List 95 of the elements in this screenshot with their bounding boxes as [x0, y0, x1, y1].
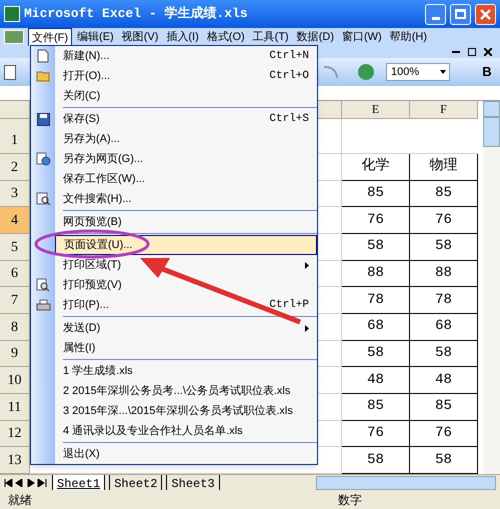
- row-header[interactable]: 12: [0, 420, 30, 448]
- table-cell: 76: [342, 207, 410, 234]
- page-icon: [37, 49, 49, 63]
- tab-navigation-icon[interactable]: [4, 478, 48, 486]
- zoom-field[interactable]: 100%: [386, 63, 450, 81]
- column-header[interactable]: F: [410, 101, 478, 119]
- row-header[interactable]: 10: [0, 367, 30, 394]
- row-header[interactable]: 2: [0, 154, 30, 181]
- menu-option[interactable]: 打印预览(V): [55, 275, 317, 295]
- table-cell: 76: [410, 420, 478, 448]
- menu-item[interactable]: 数据(D): [294, 28, 337, 46]
- preview-icon: [36, 278, 50, 292]
- menu-option[interactable]: 另存为网页(G)...: [55, 149, 317, 169]
- sheet-tab[interactable]: Sheet3: [166, 475, 220, 490]
- dropdown-icon[interactable]: [440, 70, 446, 74]
- menu-option[interactable]: 属性(I): [55, 338, 317, 358]
- document-close-icon[interactable]: [484, 48, 492, 56]
- menu-option[interactable]: 打开(O)... Ctrl+O: [55, 66, 317, 86]
- menu-item[interactable]: 格式(O): [204, 28, 248, 46]
- menu-item[interactable]: 插入(I): [163, 28, 202, 46]
- table-cell: 88: [410, 260, 478, 288]
- menu-option[interactable]: 4 通讯录以及专业合作社人员名单.xls: [55, 421, 317, 441]
- menu-option[interactable]: 退出(X): [55, 444, 317, 464]
- maximize-button[interactable]: [450, 4, 471, 24]
- menu-item[interactable]: 视图(V): [118, 28, 162, 46]
- menu-item[interactable]: 帮助(H): [386, 28, 430, 46]
- menu-option[interactable]: 3 2015年深...\2015年深圳公务员考试职位表.xls: [55, 401, 317, 421]
- close-icon: [480, 8, 491, 20]
- menu-item[interactable]: 窗口(W): [339, 28, 385, 46]
- table-cell: 85: [342, 180, 410, 208]
- menu-option[interactable]: 保存(S) Ctrl+S: [55, 109, 317, 129]
- excel-icon: [4, 6, 20, 22]
- table-cell: 68: [410, 314, 478, 341]
- close-button[interactable]: [475, 4, 496, 24]
- redo-icon[interactable]: [324, 66, 338, 78]
- menu-option[interactable]: 2 2015年深圳公务员考...\公务员考试职位表.xls: [55, 381, 317, 401]
- row-header[interactable]: 5: [0, 234, 30, 261]
- menu-option[interactable]: 另存为(A)...: [55, 129, 317, 149]
- mode-indicator: 数字: [338, 492, 362, 508]
- table-cell: 58: [342, 234, 410, 261]
- column-header[interactable]: E: [342, 101, 410, 119]
- row-header[interactable]: 13: [0, 447, 30, 474]
- menu-option[interactable]: 保存工作区(W)...: [55, 169, 317, 189]
- row-header[interactable]: 11: [0, 394, 30, 421]
- table-cell: 化学: [342, 154, 410, 181]
- menu-option[interactable]: 网页预览(B): [55, 212, 317, 232]
- table-cell: 58: [410, 340, 478, 368]
- table-cell: 85: [342, 394, 410, 421]
- search-icon: [36, 192, 50, 206]
- window-title: Microsoft Excel - 学生成绩.xls: [24, 5, 249, 24]
- table-cell: 85: [410, 180, 478, 208]
- corner-cell: [0, 101, 30, 119]
- row-header[interactable]: 7: [0, 287, 30, 314]
- sheet-tab[interactable]: Sheet1: [52, 475, 106, 490]
- menu-option[interactable]: 1 学生成绩.xls: [55, 361, 317, 381]
- table-cell: 48: [410, 367, 478, 394]
- menu-option[interactable]: 页面设置(U)...: [55, 235, 317, 255]
- table-cell: 78: [410, 287, 478, 314]
- menu-option[interactable]: 新建(N)... Ctrl+N: [55, 46, 317, 66]
- row-header[interactable]: 4: [0, 207, 30, 234]
- table-cell: 85: [410, 394, 478, 421]
- minimize-button[interactable]: [425, 4, 446, 24]
- globe-page-icon: [36, 152, 50, 166]
- printer-icon: [36, 298, 50, 312]
- table-cell: 76: [410, 207, 478, 234]
- menu-option[interactable]: 文件搜索(H)...: [55, 189, 317, 209]
- bold-button[interactable]: B: [478, 62, 496, 82]
- table-cell: 物理: [410, 154, 478, 181]
- row-header[interactable]: 1: [0, 119, 30, 154]
- menu-item[interactable]: 文件(F): [28, 28, 72, 46]
- table-cell: 48: [342, 367, 410, 394]
- table-cell: 88: [342, 260, 410, 288]
- menu-item[interactable]: 编辑(E): [74, 28, 117, 46]
- status-text: 就绪: [8, 492, 33, 508]
- document-restore-icon[interactable]: [468, 48, 476, 56]
- table-cell: 58: [342, 340, 410, 368]
- table-cell: 68: [342, 314, 410, 341]
- table-cell: 58: [410, 234, 478, 261]
- vertical-scrollbar[interactable]: [483, 101, 500, 474]
- menu-item[interactable]: 工具(T): [250, 28, 292, 46]
- row-header[interactable]: 6: [0, 260, 30, 288]
- sheet-tab[interactable]: Sheet2: [109, 475, 162, 490]
- row-header[interactable]: 9: [0, 340, 30, 368]
- folder-icon: [36, 70, 50, 82]
- menu-option[interactable]: 关闭(C): [55, 86, 317, 106]
- row-header[interactable]: 3: [0, 180, 30, 208]
- menu-option[interactable]: 发送(D): [55, 318, 317, 338]
- menu-option[interactable]: 打印区域(T): [55, 255, 317, 275]
- menu-option[interactable]: 打印(P)... Ctrl+P: [55, 295, 317, 315]
- row-header[interactable]: 8: [0, 314, 30, 341]
- horizontal-scrollbar[interactable]: [316, 476, 496, 490]
- new-icon[interactable]: [4, 64, 16, 80]
- grip-icon: [4, 30, 24, 44]
- table-cell: 78: [342, 287, 410, 314]
- table-cell: 76: [342, 420, 410, 448]
